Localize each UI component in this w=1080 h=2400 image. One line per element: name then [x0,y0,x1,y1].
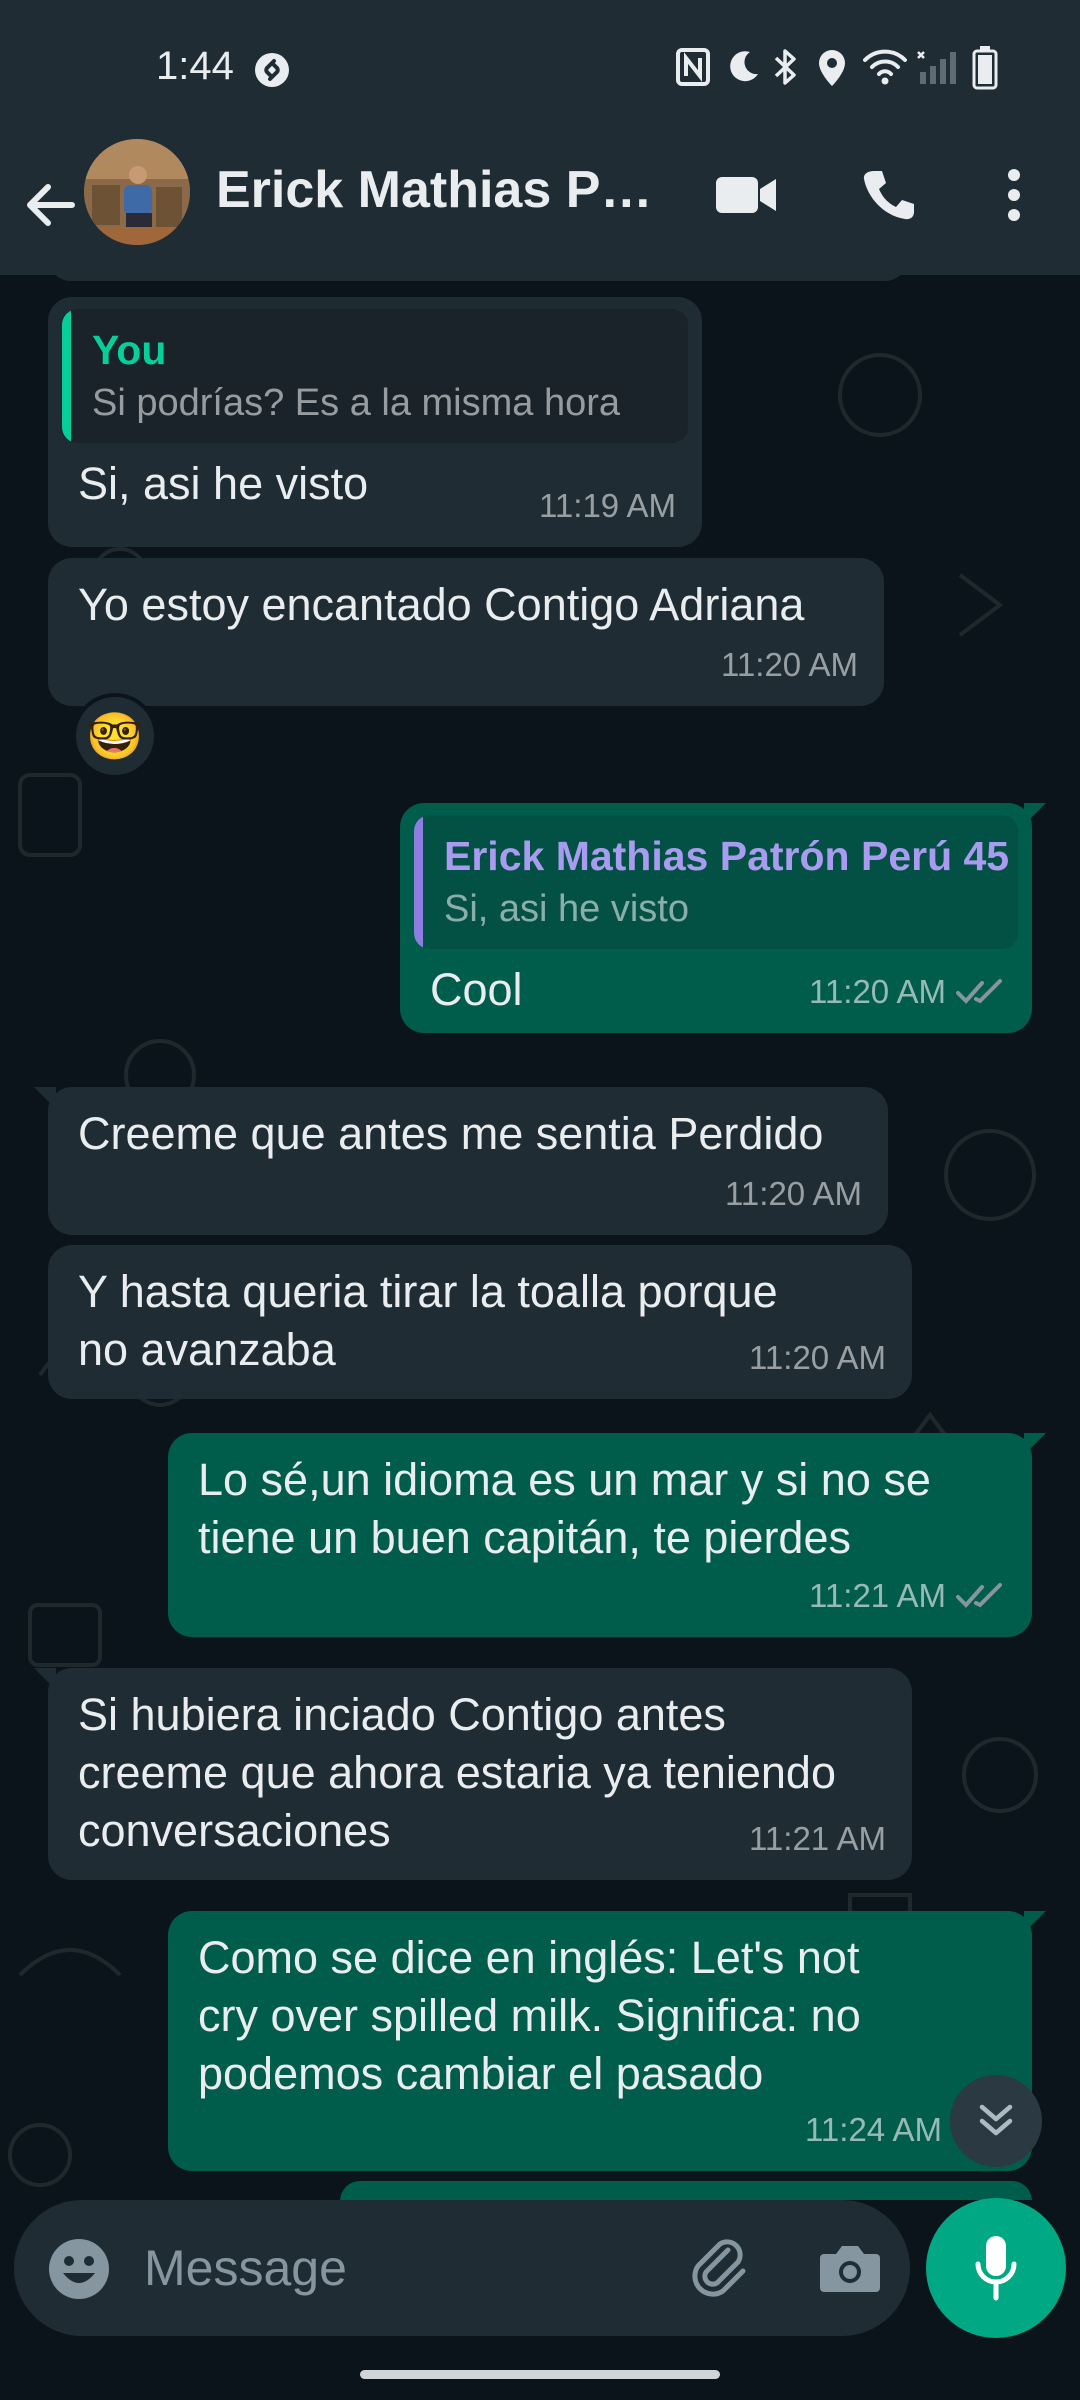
message-time: 11:24 AM [805,2111,942,2148]
quote-text: Si, asi he visto [444,888,689,930]
shazam-icon [255,53,289,87]
more-options-button[interactable] [974,155,1054,235]
message-time: 11:21 AM [809,1567,1006,1625]
double-chevron-down-icon [979,2104,1013,2136]
contact-name[interactable]: Erick Mathias Pa... [216,155,666,225]
bubble-tail [34,1087,56,1109]
message-bubble-in[interactable]: Y hasta queria tirar la toalla porque no… [48,1245,912,1399]
back-button[interactable] [18,165,82,245]
signal-icon [917,51,956,84]
back-arrow-icon [27,184,75,226]
location-icon [819,50,845,86]
message-time: 11:20 AM [809,963,1006,1021]
message-partial-out[interactable] [340,2181,1032,2200]
emoji-icon [49,2239,109,2299]
message-time: 11:20 AM [725,1175,862,1212]
message-bubble-in[interactable]: You Si podrías? Es a la misma hora Si, a… [48,297,702,547]
emoji-button[interactable] [44,2234,114,2304]
bubble-tail [1024,1911,1046,1933]
message-bubble-in[interactable]: Si hubiera inciado Contigo antes creeme … [34,1668,912,1880]
whatsapp-chat-screen: 1:44 Erick Mathias Pa... You Si podrías?… [0,0,1080,2400]
video-call-icon [716,177,776,213]
message-input[interactable] [144,2230,664,2306]
chat-messages-area[interactable]: You Si podrías? Es a la misma hora Si, a… [0,275,1080,2200]
more-vert-icon [1008,169,1020,221]
bubble-tail [1024,1433,1046,1455]
quote-author: You [92,327,167,373]
message-text: Lo sé,un idioma es un mar y si no se tie… [198,1454,931,1563]
dnd-moon-icon [730,51,758,82]
message-time: 11:20 AM [749,1339,886,1376]
message-time: 11:19 AM [539,487,676,524]
message-time: 11:21 AM [749,1820,886,1857]
message-text: Yo estoy encantado Contigo Adriana [78,579,805,630]
avatar-photo [84,139,190,245]
message-bubble-out[interactable]: Como se dice en inglés: Let's not cry ov… [168,1911,1046,2171]
home-indicator[interactable] [360,2370,720,2379]
battery-icon [972,46,998,90]
video-call-button[interactable] [706,155,786,235]
message-reaction[interactable]: 🤓 [72,693,158,779]
read-ticks-icon [956,1583,1002,1608]
voice-message-button[interactable] [926,2198,1066,2338]
message-bubble-in[interactable]: Yo estoy encantado Contigo Adriana 11:20… [48,558,884,706]
quote-author: Erick Mathias Patrón Perú 45 [444,833,1010,879]
message-bubble-out[interactable]: Erick Mathias Patrón Perú 45 Si, asi he … [400,803,1046,1033]
bluetooth-icon [774,49,796,85]
bubble-tail [1024,803,1046,825]
scroll-to-bottom-button[interactable] [950,2075,1042,2167]
contact-avatar[interactable] [84,139,190,245]
chat-header: Erick Mathias Pa... [0,135,1080,275]
quoted-message[interactable]: You Si podrías? Es a la misma hora [62,309,688,443]
message-time: 11:20 AM [721,646,858,683]
message-bubble-out[interactable]: Lo sé,un idioma es un mar y si no se tie… [168,1433,1046,1637]
status-time: 1:44 [156,44,234,88]
mic-icon [975,2236,1017,2301]
camera-button[interactable] [814,2232,886,2304]
message-text: Creeme que antes me sentia Perdido [78,1108,824,1159]
wifi-icon [863,49,907,85]
bubble-tail [34,1668,56,1690]
message-bubble-in[interactable]: Creeme que antes me sentia Perdido 11:20… [34,1087,888,1235]
message-composer [14,2200,910,2336]
nfc-icon [676,48,710,86]
attach-button[interactable] [684,2232,756,2304]
status-bar: 1:44 [0,0,1080,135]
voice-call-icon [863,171,914,220]
voice-call-button[interactable] [848,155,928,235]
message-text: Como se dice en inglés: Let's not cry ov… [198,1932,861,2099]
message-partial-in[interactable] [48,275,908,281]
camera-icon [820,2246,880,2292]
quote-text: Si podrías? Es a la misma hora [92,382,621,424]
attach-icon [692,2239,746,2297]
quoted-message[interactable]: Erick Mathias Patrón Perú 45 Si, asi he … [414,815,1018,949]
read-ticks-icon [956,979,1002,1004]
